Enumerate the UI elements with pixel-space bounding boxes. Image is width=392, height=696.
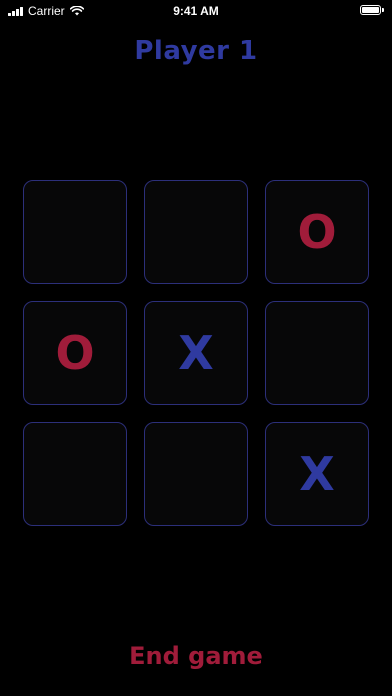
board-cell[interactable]: X <box>144 301 248 405</box>
board-cell[interactable] <box>144 422 248 526</box>
board-cell[interactable] <box>265 301 369 405</box>
battery-icon <box>360 5 381 15</box>
game-board: OOXX <box>23 180 369 526</box>
board-cell[interactable]: O <box>23 301 127 405</box>
end-game-button[interactable]: End game <box>0 642 392 670</box>
board-cell[interactable]: X <box>265 422 369 526</box>
status-bar: Carrier 9:41 AM <box>0 0 392 22</box>
status-time: 9:41 AM <box>173 4 219 18</box>
current-player-title: Player 1 <box>134 36 258 66</box>
board-cell[interactable]: O <box>265 180 369 284</box>
board-cell[interactable] <box>144 180 248 284</box>
board-cell[interactable] <box>23 180 127 284</box>
board-cell[interactable] <box>23 422 127 526</box>
status-right <box>360 5 384 15</box>
battery-tip <box>382 8 384 12</box>
